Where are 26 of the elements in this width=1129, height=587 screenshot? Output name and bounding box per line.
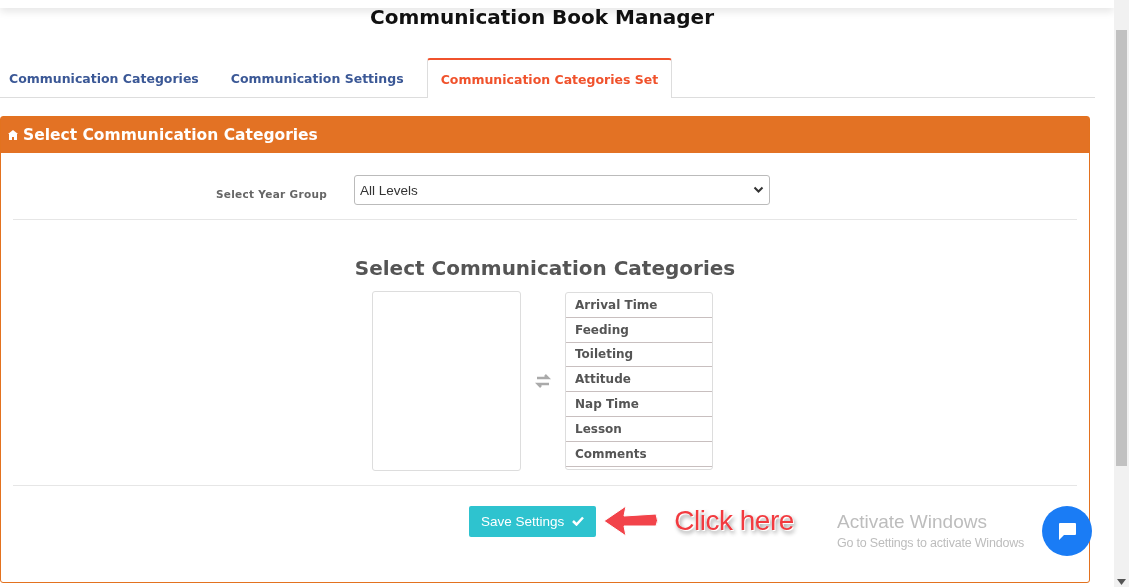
tab[interactable]: Communication Categories Set xyxy=(426,58,673,98)
panel-title: Select Communication Categories xyxy=(23,126,318,144)
tab[interactable]: Communication Settings xyxy=(221,59,413,97)
list-item[interactable]: Nap Time xyxy=(566,392,712,417)
annotation-text: Click here xyxy=(674,505,794,537)
list-item[interactable]: Feeding xyxy=(566,317,712,343)
swap-icon xyxy=(534,374,552,388)
page-title: Communication Book Manager xyxy=(370,5,714,29)
list-item[interactable]: Comments xyxy=(566,441,712,467)
chat-button[interactable] xyxy=(1042,506,1092,556)
list-item[interactable]: Arrival Time xyxy=(566,293,712,318)
list-item[interactable]: Lesson xyxy=(566,417,712,442)
activation-title: Activate Windows xyxy=(837,511,988,533)
chevron-down-icon xyxy=(753,186,764,194)
field-label: Select Year Group xyxy=(214,186,328,200)
section-heading: Select Communication Categories xyxy=(354,256,736,280)
activation-text: Go to Settings to activate Windows xyxy=(837,536,1025,550)
arrow-icon xyxy=(602,504,661,538)
scrollbar[interactable] xyxy=(1114,0,1129,587)
check-icon xyxy=(572,516,585,526)
home-icon xyxy=(7,129,19,141)
list-item[interactable]: Attitude xyxy=(566,367,712,393)
scroll-down-icon[interactable] xyxy=(1117,579,1126,585)
list-item[interactable]: Toileting xyxy=(566,342,712,368)
tab[interactable]: Communication Categories xyxy=(0,59,208,97)
year-group-select[interactable]: All Levels xyxy=(354,175,770,205)
